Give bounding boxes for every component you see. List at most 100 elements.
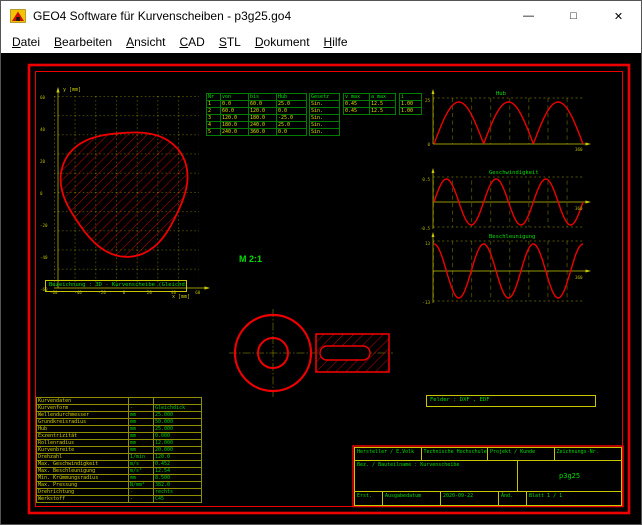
title-block-part-label: Bez. / Bauteilname : Kurvenscheibe (355, 461, 518, 491)
table-cell: 0.0 (221, 101, 249, 108)
title-block-row3: Erst. Ausgabedatum 2020-09-22 Änd. Blatt… (355, 492, 621, 505)
table-cell: 60.0 (221, 108, 249, 115)
menu-item-dokument[interactable]: Dokument (248, 33, 317, 51)
window-title: GEO4 Software für Kurvenscheiben - p3g25… (33, 9, 499, 23)
cam-y-axis-label: y [mm] (63, 87, 81, 93)
app-icon (10, 9, 26, 23)
axis-tick-label: 60 (40, 95, 46, 100)
menu-item-datei[interactable]: Datei (5, 33, 47, 51)
table-cell: Max. Beschleunigung (37, 468, 129, 475)
diagram-beschleunigung-title: Beschleunigung (489, 234, 535, 240)
table-cell: Sin. (310, 101, 340, 108)
close-button[interactable]: ✕ (596, 1, 641, 31)
table-cell: Sin. (310, 108, 340, 115)
table-cell: 12.54 (154, 468, 202, 475)
table-cell: 120.0 (221, 115, 249, 122)
title-block-row1: Hersteller / E.Volk Technische Hochschul… (355, 448, 621, 461)
table-cell: Min. Krümmungsradius (37, 475, 129, 482)
a-xend-label: 360 (575, 275, 583, 280)
title-bar: GEO4 Software für Kurvenscheiben - p3g25… (1, 1, 641, 31)
table-cell: Drehzahl (37, 454, 129, 461)
drawing-canvas[interactable]: y [mm] x [mm] -60-40-200204060 6040200-2… (1, 53, 641, 524)
table-cell: 20.000 (154, 447, 202, 454)
v-ymin-label: -0.5 (420, 226, 431, 231)
table-cell: Max. Geschwindigkeit (37, 461, 129, 468)
table-header-cell: a max (370, 94, 396, 101)
table-cell: 12.000 (154, 440, 202, 447)
table-cell: mm (129, 433, 154, 440)
table-cell: 60.0 (249, 101, 277, 108)
table-cell: m/s² (129, 468, 154, 475)
table-cell: 240.0 (249, 122, 277, 129)
table-cell: 1.00 (400, 101, 422, 108)
menu-item-cad[interactable]: CAD (172, 33, 211, 51)
cam-profile-plot: y [mm] x [mm] -60-40-200204060 6040200-2… (40, 87, 210, 300)
designation-box: Bezeichnung : 3D - Kurvenscheibe (Gleich… (45, 280, 187, 292)
table-cell: Sin. (310, 122, 340, 129)
table-cell: rechts (154, 489, 202, 496)
table-cell: C45 (154, 496, 202, 503)
axis-tick-label: 20 (40, 159, 46, 164)
y-axis-arrow-icon (56, 87, 59, 93)
title-block-drawing-no: Zeichnungs-Nr. (555, 448, 622, 460)
table-cell: 4 (207, 122, 221, 129)
factor-table: i1.001.00 (399, 93, 422, 115)
menu-item-bearbeiten[interactable]: Bearbeiten (47, 33, 119, 51)
table-cell: 2 (207, 108, 221, 115)
table-cell: 0.45 (344, 101, 370, 108)
title-block-part-number: p3g25 (518, 461, 621, 491)
menu-item-ansicht[interactable]: Ansicht (119, 33, 172, 51)
title-block-manufacturer: Hersteller / E.Volk (355, 448, 422, 460)
hub-xend-label: 360 (575, 147, 583, 152)
table-cell: 360.0 (249, 129, 277, 136)
table-cell: 180.0 (249, 115, 277, 122)
table-cell: 382.0 (154, 482, 202, 489)
table-cell: 50.000 (154, 419, 202, 426)
table-cell: Werkstoff (37, 496, 129, 503)
hub-ymax-label: 25 (425, 98, 431, 103)
axis-tick-label: 40 (40, 127, 46, 132)
table-header-cell: bis (249, 94, 277, 101)
table-cell: Kurvenform (37, 405, 129, 412)
minimize-button[interactable]: — (506, 1, 551, 31)
table-cell: 5 (207, 129, 221, 136)
table-cell: mm (129, 412, 154, 419)
axis-tick-label: 60 (195, 290, 201, 295)
table-cell: - (129, 496, 154, 503)
table-cell (154, 398, 202, 405)
table-cell: 25.000 (154, 412, 202, 419)
diagram-hub: Hub 25 0 360 (425, 89, 591, 152)
title-block-row2: Bez. / Bauteilname : Kurvenscheibe p3g25 (355, 461, 621, 492)
table-cell: mm (129, 475, 154, 482)
table-cell: 180.0 (221, 122, 249, 129)
diagram-geschwindigkeit-title: Geschwindigkeit (489, 170, 539, 176)
diagram-geschwindigkeit: Geschwindigkeit 0.5 -0.5 360 (420, 168, 591, 231)
table-cell: 3 (207, 115, 221, 122)
caption-buttons: — □ ✕ (506, 1, 641, 31)
table-cell: mm (129, 426, 154, 433)
table-cell: 1 (207, 101, 221, 108)
table-cell: Kurvenbreite (37, 447, 129, 454)
table-cell: Max. Pressung (37, 482, 129, 489)
title-block-company: Technische Hochschule (422, 448, 489, 460)
maximize-button[interactable]: □ (551, 1, 596, 31)
table-cell: - (129, 405, 154, 412)
law-table: GesetzSin.Sin.Sin.Sin.Sin. (309, 93, 340, 136)
diagram-hub-title: Hub (496, 91, 506, 97)
table-header-cell: Gesetz (310, 94, 340, 101)
menu-item-stl[interactable]: STL (212, 33, 248, 51)
diagram-beschleunigung: Beschleunigung 13 -13 360 (422, 232, 591, 305)
table-cell: m/s (129, 461, 154, 468)
table-cell: 240.0 (221, 129, 249, 136)
menu-item-hilfe[interactable]: Hilfe (317, 33, 355, 51)
table-cell: mm (129, 419, 154, 426)
table-cell: 8.500 (154, 475, 202, 482)
table-cell: Exzentrizität (37, 433, 129, 440)
title-block-date-label: Ausgabedatum (383, 492, 441, 505)
follower-slot (320, 346, 370, 360)
table-cell: - (129, 489, 154, 496)
table-cell: Rollenradius (37, 440, 129, 447)
table-cell: 0.0 (277, 108, 307, 115)
table-cell: mm (129, 447, 154, 454)
table-cell: Grundkreisradius (37, 419, 129, 426)
